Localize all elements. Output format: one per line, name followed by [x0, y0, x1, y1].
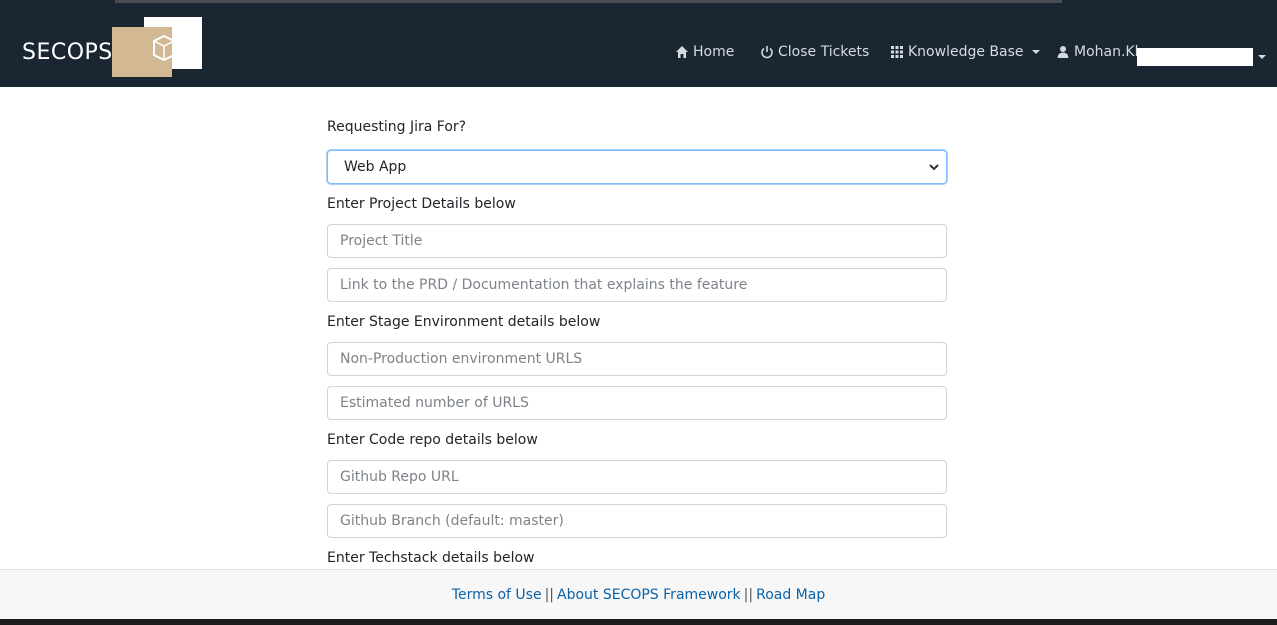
repo-branch-input[interactable] — [327, 504, 947, 538]
select-chevron-icon — [929, 164, 939, 171]
nav-knowledge-base[interactable]: Knowledge Base — [890, 43, 1040, 61]
nav-home[interactable]: Home — [675, 43, 734, 61]
window-bottom-strip — [0, 619, 1277, 625]
repo-url-input[interactable] — [327, 460, 947, 494]
terms-of-use-link[interactable]: Terms of Use — [452, 587, 542, 603]
request-type-value: Web App — [344, 159, 407, 175]
project-title-input[interactable] — [327, 224, 947, 258]
footer-separator: || — [544, 586, 554, 603]
nav-home-label: Home — [693, 44, 735, 60]
techstack-label: Enter Techstack details below — [327, 550, 535, 566]
code-repo-label: Enter Code repo details below — [327, 432, 538, 448]
grid-icon — [891, 46, 903, 58]
about-secops-link[interactable]: About SECOPS Framework — [557, 587, 741, 603]
user-icon — [1057, 46, 1069, 58]
project-details-label: Enter Project Details below — [327, 196, 516, 212]
nav-user-menu[interactable]: Mohan.Kk — [1056, 43, 1143, 61]
redacted-username — [1137, 48, 1253, 66]
power-icon — [761, 46, 773, 59]
secops-logo[interactable]: SECOPS — [22, 17, 202, 77]
nav-close-tickets-label: Close Tickets — [778, 44, 870, 60]
user-chevron-down-icon[interactable] — [1258, 55, 1266, 59]
chevron-down-icon — [1031, 50, 1040, 54]
request-type-label: Requesting Jira For? — [327, 119, 467, 135]
url-count-input[interactable] — [327, 386, 947, 420]
page-footer: Terms of Use || About SECOPS Framework |… — [0, 569, 1277, 619]
nav-user-label: Mohan.Kk — [1074, 44, 1143, 60]
nav-close-tickets[interactable]: Close Tickets — [760, 43, 869, 61]
nonprod-urls-input[interactable] — [327, 342, 947, 376]
logo-text: SECOPS — [22, 40, 113, 65]
logo-cube-icon — [153, 34, 175, 61]
top-navbar: SECOPS Home Close Tickets Knowledge Base… — [0, 6, 1277, 87]
home-icon — [676, 46, 688, 58]
nav-knowledge-base-label: Knowledge Base — [908, 44, 1024, 60]
window-top-strip-inner — [115, 0, 1062, 3]
road-map-link[interactable]: Road Map — [756, 587, 825, 603]
request-type-select[interactable]: Web App — [327, 150, 947, 184]
footer-separator: || — [743, 586, 754, 603]
stage-environment-label: Enter Stage Environment details below — [327, 314, 601, 330]
prd-link-input[interactable] — [327, 268, 947, 302]
